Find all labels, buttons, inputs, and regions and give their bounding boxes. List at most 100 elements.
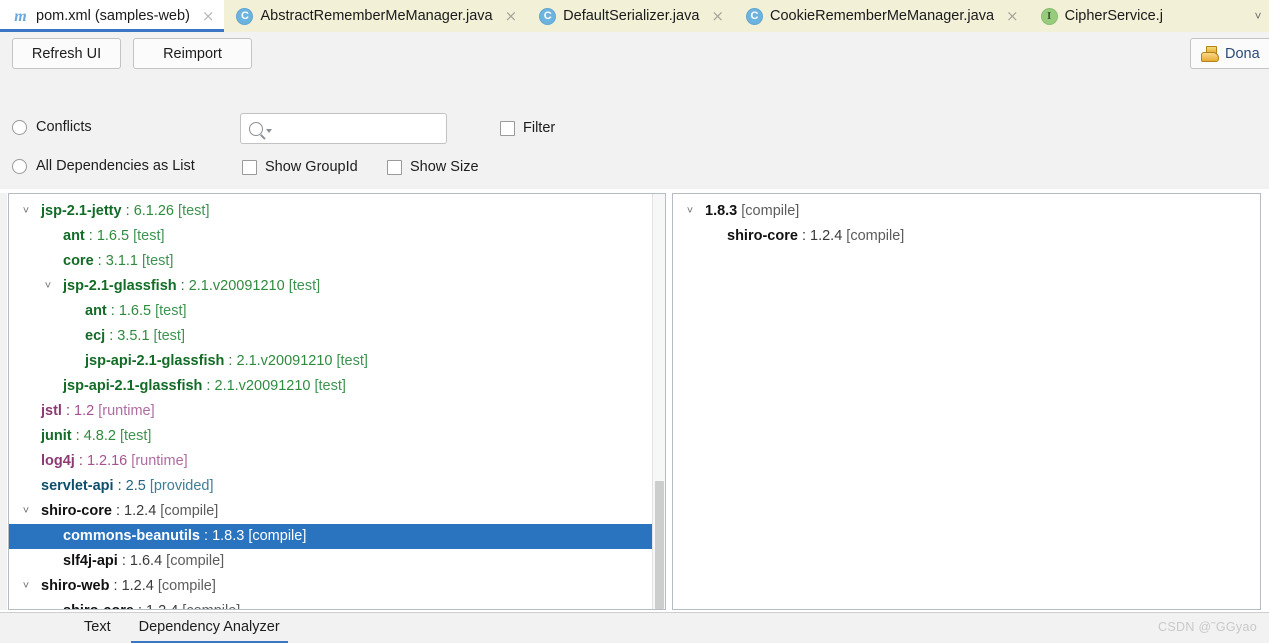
artifact-scope: [compile] bbox=[162, 553, 225, 569]
refresh-ui-label: Refresh UI bbox=[31, 45, 102, 62]
dependency-tree-row[interactable]: ant : 1.6.5 [test] bbox=[9, 224, 665, 249]
radio-all-dependencies-as-list[interactable]: All Dependencies as List bbox=[12, 158, 195, 174]
dependency-tree-scrollbar[interactable] bbox=[652, 194, 665, 609]
dependency-tree-row[interactable]: ecj : 3.5.1 [test] bbox=[9, 324, 665, 349]
dependency-usages-tree[interactable]: ˅ 1.8.3 [compile] shiro-core : 1.2.4 [comp… bbox=[673, 194, 1260, 249]
refresh-ui-button[interactable]: Refresh UI bbox=[12, 38, 121, 69]
dependency-tree-row[interactable]: servlet-api : 2.5 [provided] bbox=[9, 474, 665, 499]
artifact-id: shiro-core bbox=[41, 503, 112, 519]
tree-row-text: ant : 1.6.5 [test] bbox=[63, 224, 165, 249]
checkbox-filter[interactable]: Filter bbox=[500, 120, 555, 136]
search-input[interactable] bbox=[275, 119, 460, 138]
editor-tab-3[interactable]: C CookieRememberMeManager.java × bbox=[734, 0, 1029, 32]
artifact-scope: [compile] bbox=[156, 503, 219, 519]
search-field[interactable] bbox=[240, 113, 460, 144]
artifact-separator: : bbox=[117, 553, 130, 569]
artifact-scope: [test] bbox=[284, 278, 321, 294]
editor-tab-2[interactable]: C DefaultSerializer.java × bbox=[527, 0, 734, 32]
radio-conflicts[interactable]: Conflicts bbox=[12, 119, 92, 135]
dependency-tree-row[interactable]: junit : 4.8.2 [test] bbox=[9, 424, 665, 449]
dependency-usages-row[interactable]: shiro-core : 1.2.4 [compile] bbox=[673, 224, 1260, 249]
dependency-tree-row[interactable]: core : 3.1.1 [test] bbox=[9, 249, 665, 274]
dependency-tree-row[interactable]: ˅ shiro-web : 1.2.4 [compile] bbox=[9, 574, 665, 599]
artifact-scope: [test] bbox=[149, 328, 185, 344]
artifact-id: core bbox=[63, 253, 94, 269]
artifact-id: ecj bbox=[85, 328, 106, 344]
artifact-separator: : bbox=[113, 478, 126, 494]
dependency-tree-row[interactable]: log4j : 1.2.16 [runtime] bbox=[9, 449, 665, 474]
dependency-tree-row[interactable]: jsp-api-2.1-glassfish : 2.1.v20091210 [t… bbox=[9, 349, 665, 374]
dependency-usages-panel: ˅ 1.8.3 [compile] shiro-core : 1.2.4 [comp… bbox=[672, 193, 1261, 610]
artifact-version: 2.1.v20091210 bbox=[236, 353, 333, 369]
donate-coin-icon bbox=[1201, 45, 1219, 62]
editor-tab-label: DefaultSerializer.java bbox=[563, 8, 700, 24]
dependency-tree[interactable]: ˅ jsp-2.1-jetty : 6.1.26 [test] ant : 1.6.… bbox=[9, 194, 665, 609]
bottom-tab-text[interactable]: Text bbox=[70, 613, 125, 643]
artifact-version: 2.1.v20091210 bbox=[214, 378, 311, 394]
chevron-down-icon[interactable] bbox=[266, 128, 272, 133]
close-icon[interactable]: × bbox=[1006, 8, 1019, 24]
chevron-down-icon[interactable]: ˅ bbox=[19, 499, 33, 524]
artifact-separator: : bbox=[176, 278, 189, 294]
scrollbar-thumb[interactable] bbox=[655, 481, 664, 609]
dependency-tree-row[interactable]: ˅ jsp-2.1-glassfish : 2.1.v20091210 [test… bbox=[9, 274, 665, 299]
artifact-scope: [runtime] bbox=[127, 453, 188, 469]
dependency-usages-row[interactable]: ˅ 1.8.3 [compile] bbox=[673, 199, 1260, 224]
close-icon[interactable]: × bbox=[505, 8, 518, 24]
artifact-scope: [test] bbox=[310, 378, 346, 394]
close-icon[interactable]: × bbox=[202, 8, 215, 24]
editor-tab-0[interactable]: m pom.xml (samples-web) × bbox=[0, 0, 225, 32]
artifact-separator: : bbox=[93, 253, 106, 269]
dependency-tree-row[interactable]: ant : 1.6.5 [test] bbox=[9, 299, 665, 324]
dependency-tree-row[interactable]: shiro-core : 1.2.4 [compile] bbox=[9, 599, 665, 609]
editor-tab-label: CookieRememberMeManager.java bbox=[769, 8, 995, 24]
donate-button[interactable]: Dona bbox=[1190, 38, 1269, 69]
artifact-version: 1.2 bbox=[74, 403, 95, 419]
dependency-tree-row[interactable]: commons-beanutils : 1.8.3 [compile] bbox=[9, 524, 665, 549]
tree-row-text: shiro-core : 1.2.4 [compile] bbox=[41, 499, 218, 524]
radio-list-indicator bbox=[12, 158, 27, 174]
dependency-tree-row[interactable]: ˅ shiro-core : 1.2.4 [compile] bbox=[9, 499, 665, 524]
checkbox-filter-label: Filter bbox=[523, 120, 556, 136]
dependency-tree-row[interactable]: jstl : 1.2 [runtime] bbox=[9, 399, 665, 424]
artifact-scope: [test] bbox=[129, 228, 165, 244]
dependency-tree-row[interactable]: ˅ jsp-2.1-jetty : 6.1.26 [test] bbox=[9, 199, 665, 224]
radio-conflicts-indicator bbox=[12, 119, 27, 135]
editor-tab-1[interactable]: C AbstractRememberMeManager.java × bbox=[224, 0, 527, 32]
artifact-separator: : bbox=[74, 453, 87, 469]
artifact-id: ant bbox=[63, 228, 85, 244]
java-class-icon: C bbox=[236, 7, 254, 25]
editor-tab-4[interactable]: I CipherService.j bbox=[1029, 0, 1173, 32]
tab-overflow-chevron-icon[interactable]: ˅ bbox=[1250, 0, 1266, 32]
chevron-down-icon[interactable]: ˅ bbox=[683, 199, 697, 224]
artifact-separator: : bbox=[224, 353, 237, 369]
reimport-button[interactable]: Reimport bbox=[133, 38, 252, 69]
artifact-version: 1.6.5 bbox=[96, 228, 130, 244]
chevron-down-icon[interactable]: ˅ bbox=[19, 199, 33, 224]
maven-icon: m bbox=[14, 7, 27, 25]
artifact-id: commons-beanutils bbox=[63, 528, 200, 544]
artifact-separator: : bbox=[121, 203, 134, 219]
checkbox-show-size-label: Show Size bbox=[410, 159, 479, 175]
dependency-tree-row[interactable]: jsp-api-2.1-glassfish : 2.1.v20091210 [t… bbox=[9, 374, 665, 399]
chevron-down-icon[interactable]: ˅ bbox=[41, 274, 55, 299]
artifact-id: shiro-core bbox=[727, 228, 798, 244]
checkbox-show-size[interactable]: Show Size bbox=[387, 159, 479, 175]
close-icon[interactable]: × bbox=[711, 8, 724, 24]
artifact-version: 3.5.1 bbox=[117, 328, 150, 344]
artifact-version: 1.6.5 bbox=[118, 303, 152, 319]
artifact-version: 1.6.4 bbox=[129, 553, 163, 569]
artifact-scope: [runtime] bbox=[94, 403, 155, 419]
chevron-down-icon[interactable]: ˅ bbox=[19, 574, 33, 599]
dependency-tree-row[interactable]: slf4j-api : 1.6.4 [compile] bbox=[9, 549, 665, 574]
artifact-separator: : bbox=[71, 428, 84, 444]
checkbox-show-groupid[interactable]: Show GroupId bbox=[242, 159, 358, 175]
bottom-tab-dependency-analyzer[interactable]: Dependency Analyzer bbox=[125, 613, 294, 643]
